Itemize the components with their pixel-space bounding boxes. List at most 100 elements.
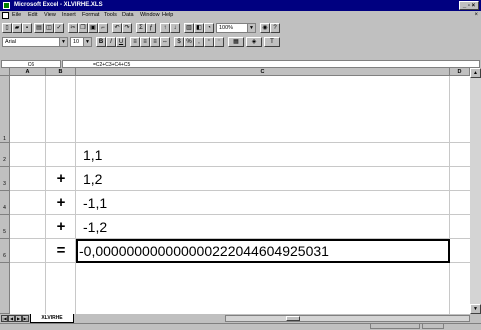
cut-icon[interactable]: ✂ (68, 23, 78, 33)
merge-center-icon[interactable]: ⇔ (160, 37, 170, 47)
sort-descending-icon[interactable]: ↓ (170, 23, 180, 33)
row-header-6[interactable]: 6 (0, 239, 10, 263)
help-icon[interactable]: ? (270, 23, 280, 33)
column-header-d[interactable]: D (450, 68, 470, 76)
window-controls[interactable]: _ ▫ × (459, 1, 479, 10)
cell-b6[interactable]: = (46, 243, 76, 259)
menu-tools[interactable]: Tools (104, 11, 117, 20)
worksheet-grid: A B C D 1 2 3 4 5 6 1,1 + 1,2 + -1,1 + -… (0, 68, 470, 314)
zoom-value: 100% (219, 25, 234, 31)
format-painter-icon[interactable]: ⌐ (98, 23, 108, 33)
column-header-b[interactable]: B (46, 68, 76, 76)
align-left-icon[interactable]: ≡ (130, 37, 140, 47)
document-close-icon[interactable]: × (474, 11, 478, 20)
print-icon[interactable]: ▤ (34, 23, 44, 33)
tipwizard-icon[interactable]: ◉ (260, 23, 270, 33)
cell-c5[interactable]: -1,2 (83, 219, 107, 235)
cell-b5[interactable]: + (46, 219, 76, 235)
cell-c3[interactable]: 1,2 (83, 171, 102, 187)
document-icon[interactable] (2, 12, 9, 19)
font-size-select[interactable]: 10 ▼ (70, 37, 92, 47)
formula-input[interactable]: =C2+C3+C4+C5 (62, 60, 480, 68)
chart-wizard-icon[interactable]: ▥ (184, 23, 194, 33)
menu-view[interactable]: View (44, 11, 56, 20)
row-header-3[interactable]: 3 (0, 167, 10, 191)
column-header-c[interactable]: C (76, 68, 450, 76)
underline-icon[interactable]: U (116, 37, 126, 47)
cell-c2[interactable]: 1,1 (83, 147, 102, 163)
italic-icon[interactable]: I (106, 37, 116, 47)
name-box[interactable]: C6 (1, 60, 61, 68)
font-color-icon[interactable]: T (264, 37, 280, 47)
cell-c4[interactable]: -1,1 (83, 195, 107, 211)
cell-c6[interactable]: -0,000000000000000222044604925031 (79, 243, 329, 259)
undo-icon[interactable]: ↶ (112, 23, 122, 33)
prev-sheet-icon[interactable]: ◀ (8, 315, 15, 322)
increase-decimal-icon[interactable]: ⁺ (204, 37, 214, 47)
menu-data[interactable]: Data (122, 11, 134, 20)
menu-window[interactable]: Window (140, 11, 160, 20)
font-value: Arial (5, 39, 17, 45)
font-select[interactable]: Arial ▼ (2, 37, 68, 47)
scroll-up-icon[interactable]: ▲ (470, 68, 481, 78)
decrease-decimal-icon[interactable]: ⁻ (214, 37, 224, 47)
function-wizard-icon[interactable]: ƒ (146, 23, 156, 33)
map-icon[interactable]: ◧ (194, 23, 204, 33)
percent-icon[interactable]: % (184, 37, 194, 47)
align-right-icon[interactable]: ≡ (150, 37, 160, 47)
open-icon[interactable]: ▰ (12, 23, 22, 33)
save-icon[interactable]: ▪ (22, 23, 32, 33)
bottom-bar: |◀ ◀ ▶ ▶| XLVIRHE (0, 314, 481, 330)
menu-format[interactable]: Format (82, 11, 99, 20)
column-divider (449, 76, 450, 314)
row-divider (10, 142, 470, 143)
row-divider (10, 214, 470, 215)
print-preview-icon[interactable]: ◫ (44, 23, 54, 33)
menu-file[interactable]: Eile (12, 11, 21, 20)
scroll-down-icon[interactable]: ▼ (470, 304, 481, 314)
row-header-1[interactable]: 1 (0, 76, 10, 143)
new-icon[interactable]: ▯ (2, 23, 12, 33)
comma-icon[interactable]: , (194, 37, 204, 47)
standard-toolbar: ▯ ▰ ▪ ▤ ◫ ✓ ✂ ❐ ▣ ⌐ ↶ ↷ Σ ƒ ↑ ↓ ▥ ◧ ◔ 10… (0, 22, 481, 35)
sheet-tab[interactable]: XLVIRHE (30, 314, 74, 323)
chevron-down-icon[interactable]: ▼ (83, 38, 91, 46)
row-header-2[interactable]: 2 (0, 143, 10, 167)
sort-ascending-icon[interactable]: ↑ (160, 23, 170, 33)
select-all-corner[interactable] (0, 68, 10, 76)
horizontal-scroll-thumb[interactable] (286, 316, 300, 321)
chevron-down-icon[interactable]: ▼ (247, 24, 255, 32)
first-sheet-icon[interactable]: |◀ (1, 315, 8, 322)
menu-edit[interactable]: Edit (28, 11, 37, 20)
column-header-a[interactable]: A (10, 68, 46, 76)
bold-icon[interactable]: B (96, 37, 106, 47)
title-bar: Microsoft Excel - XLVIRHE.XLS _ ▫ × (0, 0, 481, 11)
font-size-value: 10 (73, 39, 80, 45)
formatting-toolbar: Arial ▼ 10 ▼ B I U ≡ ≡ ≡ ⇔ $ % , ⁺ ⁻ ▦ ◈… (0, 36, 481, 49)
status-pane (370, 324, 420, 329)
excel-app-icon[interactable] (3, 2, 10, 9)
redo-icon[interactable]: ↷ (122, 23, 132, 33)
currency-icon[interactable]: $ (174, 37, 184, 47)
row-header-4[interactable]: 4 (0, 191, 10, 215)
last-sheet-icon[interactable]: ▶| (22, 315, 29, 322)
cell-b3[interactable]: + (46, 171, 76, 187)
zoom-select[interactable]: 100% ▼ (216, 23, 256, 33)
chevron-down-icon[interactable]: ▼ (59, 38, 67, 46)
menu-help[interactable]: Help (162, 11, 173, 20)
align-center-icon[interactable]: ≡ (140, 37, 150, 47)
menu-insert[interactable]: Insert (62, 11, 76, 20)
next-sheet-icon[interactable]: ▶ (15, 315, 22, 322)
drawing-icon[interactable]: ◔ (204, 23, 214, 33)
vertical-scrollbar[interactable]: ▲ ▼ (470, 68, 481, 314)
copy-icon[interactable]: ❐ (78, 23, 88, 33)
spelling-icon[interactable]: ✓ (54, 23, 64, 33)
autosum-icon[interactable]: Σ (136, 23, 146, 33)
borders-icon[interactable]: ▦ (228, 37, 244, 47)
cell-b4[interactable]: + (46, 195, 76, 211)
fill-color-icon[interactable]: ◈ (246, 37, 262, 47)
row-header-5[interactable]: 5 (0, 215, 10, 239)
horizontal-scrollbar[interactable] (225, 315, 470, 322)
window-title: Microsoft Excel - XLVIRHE.XLS (14, 2, 103, 8)
paste-icon[interactable]: ▣ (88, 23, 98, 33)
